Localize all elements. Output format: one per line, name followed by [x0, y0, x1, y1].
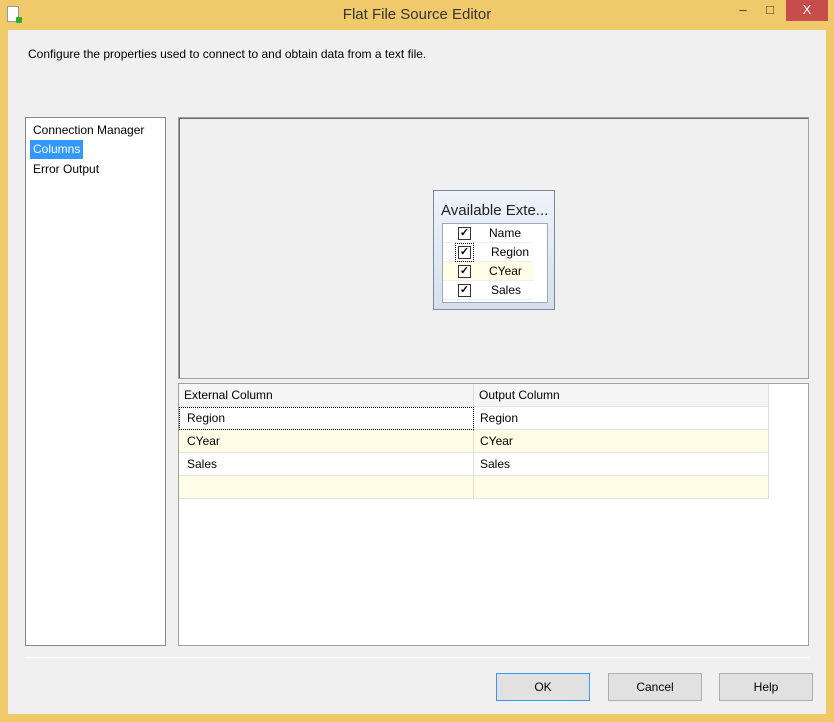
window-title: Flat File Source Editor — [342, 6, 492, 23]
cell-external[interactable]: Sales — [179, 453, 474, 476]
nav-connection-manager[interactable]: Connection Manager — [30, 121, 147, 140]
divider — [25, 657, 809, 658]
select-all-checkbox[interactable]: ✓ — [458, 227, 471, 240]
cancel-button[interactable]: Cancel — [608, 673, 702, 701]
nav-error-output[interactable]: Error Output — [30, 160, 102, 179]
cell-output-new[interactable] — [474, 476, 769, 499]
column-name: Sales — [491, 283, 522, 297]
title-bar[interactable]: Flat File Source Editor – □ X — [0, 0, 834, 30]
nav-columns[interactable]: Columns — [30, 140, 84, 159]
column-name: CYear — [489, 264, 522, 278]
cell-output[interactable]: CYear — [474, 430, 769, 453]
cell-external[interactable]: CYear — [179, 430, 474, 453]
cell-external-new[interactable] — [179, 476, 474, 499]
name-header: Name — [489, 226, 522, 240]
maximize-button[interactable]: □ — [756, 0, 784, 21]
checkbox-region[interactable]: ✓ — [455, 243, 474, 262]
available-columns-title: Available Exte... — [441, 202, 549, 219]
close-button[interactable]: X — [786, 0, 828, 21]
ok-button[interactable]: OK — [496, 673, 590, 701]
checkbox-sales[interactable]: ✓ — [458, 284, 471, 297]
description: Configure the properties used to connect… — [28, 47, 427, 61]
page-list: Connection Manager Columns Error Output — [25, 117, 166, 646]
column-name: Region — [491, 245, 530, 259]
available-columns-table[interactable]: Available Exte... ✓ Name ✓ Region ✓ CYear ✓… — [433, 190, 555, 310]
header-external-column[interactable]: External Column — [179, 384, 474, 407]
minimize-button[interactable]: – — [730, 0, 756, 21]
cell-external[interactable]: Region — [179, 407, 474, 430]
available-columns-grid: ✓ Name ✓ Region ✓ CYear ✓ Sales — [442, 223, 548, 303]
help-button[interactable]: Help — [719, 673, 813, 701]
column-mapping-grid: External Column Output Column Region Reg… — [178, 383, 809, 646]
cell-output[interactable]: Sales — [474, 453, 769, 476]
checkbox-cyear[interactable]: ✓ — [458, 265, 471, 278]
header-output-column[interactable]: Output Column — [474, 384, 769, 407]
cell-output[interactable]: Region — [474, 407, 769, 430]
